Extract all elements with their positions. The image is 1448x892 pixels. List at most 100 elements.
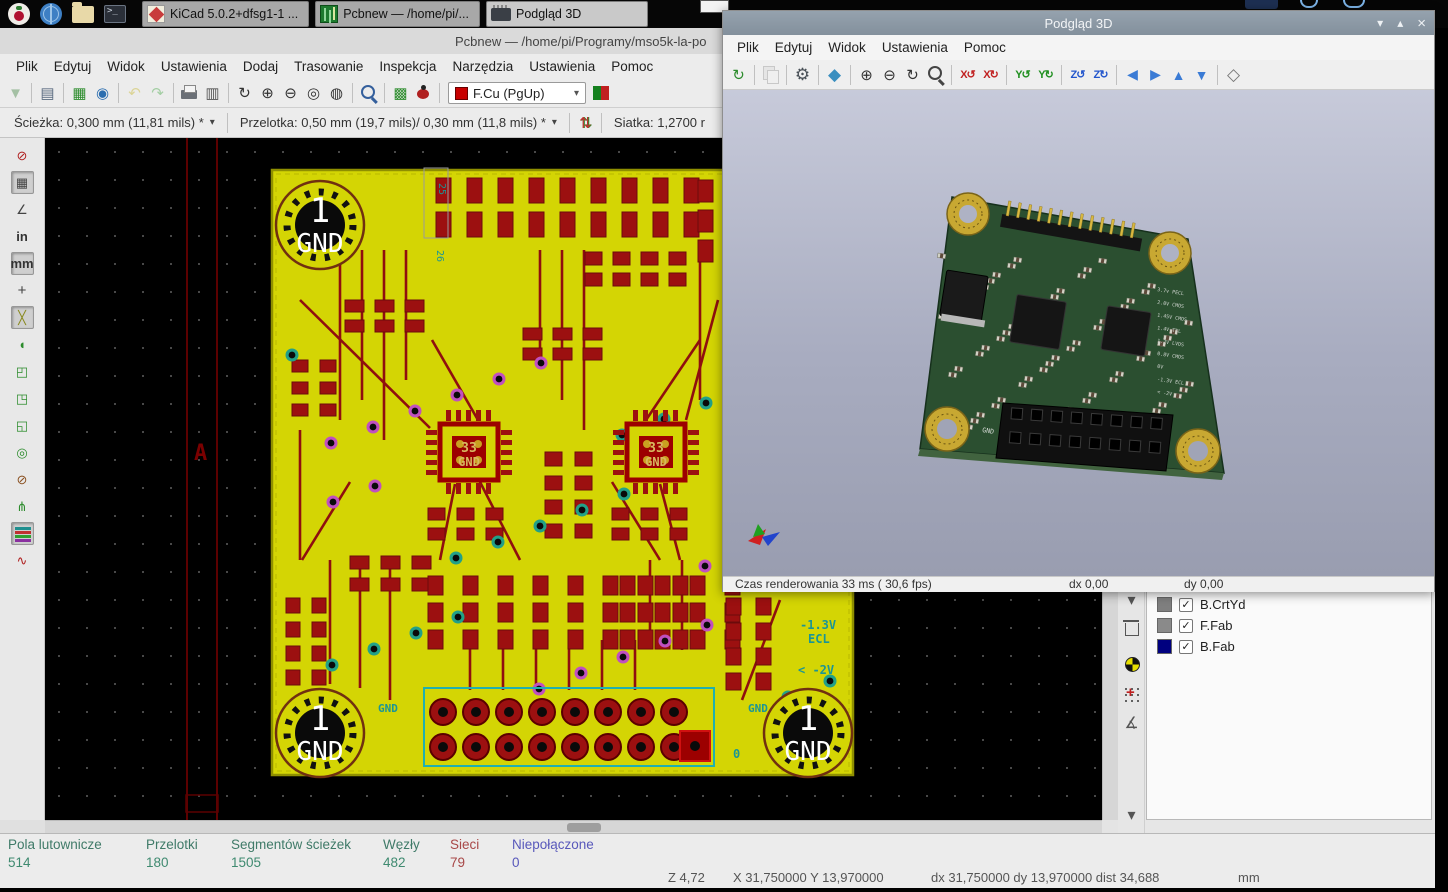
cursor-shape-icon[interactable]: + [11,279,34,302]
zoom-out-icon[interactable]: ⊖ [279,82,302,105]
layer-row-ffab[interactable]: ✓ F.Fab [1147,615,1431,636]
copy-image-icon[interactable] [759,63,782,86]
viewer3d-canvas[interactable]: 3.7v PECL2.0V CMOS1.45V CMOS1.4V TTL1.2V… [723,90,1434,576]
delete-icon[interactable] [1120,616,1143,639]
rotate-x-neg-icon[interactable]: X↺ [956,63,979,86]
maximize-icon[interactable]: ▴ [1397,16,1403,30]
grid-select[interactable]: Siatka: 1,2700 r [606,115,713,130]
page-settings-icon[interactable]: ▤ [36,82,59,105]
menu-inspekcja[interactable]: Inspekcja [371,59,444,74]
redo-icon[interactable]: ↷ [146,82,169,105]
tray-icon-partial[interactable] [1245,0,1278,9]
ratsnest-icon[interactable]: ╳ [11,306,34,329]
menu-trasowanie[interactable]: Trasowanie [286,59,371,74]
rotate-z-pos-icon[interactable]: Z↻ [1089,63,1112,86]
polar-coords-icon[interactable]: ∠ [11,198,34,221]
zoom-in-icon[interactable]: ⊕ [256,82,279,105]
drc-off-icon[interactable]: ⊘ [11,144,34,167]
pads-fill-icon[interactable]: ◱ [11,414,34,437]
pad-sketch-icon[interactable]: ⊘ [11,468,34,491]
units-inch-icon[interactable]: in [11,225,34,248]
zoom-out-icon[interactable]: ⊖ [878,63,901,86]
units-mm-icon[interactable]: mm [11,252,34,275]
close-icon[interactable]: × [1417,15,1426,32]
layer-selector[interactable]: F.Cu (PgUp) ▾ [448,82,586,104]
pan-up-icon[interactable]: ▲ [1167,63,1190,86]
zoom-in-icon[interactable]: ⊕ [855,63,878,86]
task-label: Podgląd 3D [516,7,581,21]
svg-text:GND: GND [378,702,398,715]
viewer3d-titlebar[interactable]: Podgląd 3D ▾ ▴ × [723,11,1434,35]
diff-pair-icon[interactable]: ⇅ [574,111,597,134]
layers-manager-icon[interactable] [11,522,34,545]
reload-board-icon[interactable]: ↻ [727,63,750,86]
browser-globe-icon[interactable] [38,2,64,26]
menu-edytuj[interactable]: Edytuj [767,40,821,55]
footprint-browser-icon[interactable]: ◉ [91,82,114,105]
via-size-select[interactable]: Przelotka: 0,50 mm (19,7 mils)/ 0,30 mm … [232,115,565,130]
menu-pomoc[interactable]: Pomoc [603,59,661,74]
netlist-icon[interactable]: ▩ [389,82,412,105]
redraw-icon[interactable]: ↻ [233,82,256,105]
rotate-y-pos-icon[interactable]: Y↻ [1034,63,1057,86]
drc-icon[interactable] [412,82,435,105]
menu-pomoc[interactable]: Pomoc [956,40,1014,55]
layer-checkbox[interactable]: ✓ [1179,619,1193,633]
high-contrast-icon[interactable] [590,82,613,105]
menu-narzedzia[interactable]: Narzędzia [444,59,521,74]
menu-widok[interactable]: Widok [99,59,153,74]
pan-right-icon[interactable]: ▶ [1144,63,1167,86]
find-icon[interactable] [357,82,380,105]
plot-icon[interactable]: ▥ [201,82,224,105]
menu-plik[interactable]: Plik [729,40,767,55]
measure-icon[interactable]: ∡ [1120,711,1143,734]
grid-visibility-icon[interactable]: ▦ [11,171,34,194]
gear-icon[interactable]: ⚙ [791,63,814,86]
footprint-editor-icon[interactable]: ▦ [68,82,91,105]
menu-plik[interactable]: Plik [8,59,46,74]
pads-mode-icon[interactable]: ◰ [11,360,34,383]
hscroll-thumb[interactable] [567,823,601,832]
rotate-view-icon[interactable]: ↻ [901,63,924,86]
pan-down-icon[interactable]: ▼ [1190,63,1213,86]
task-pcbnew[interactable]: Pcbnew — /home/pi/... [315,1,480,27]
render-cube-icon[interactable]: ◆ [823,63,846,86]
raspberry-menu-icon[interactable] [6,2,32,26]
pads-outline-icon[interactable]: ◳ [11,387,34,410]
track-width-select[interactable]: Ścieżka: 0,300 mm (11,81 mils) * ▾ [6,115,223,130]
grid-origin-icon[interactable] [1120,683,1143,706]
layer-row-bfab[interactable]: ✓ B.Fab [1147,636,1431,657]
print-icon[interactable] [178,82,201,105]
length-tuner-icon[interactable]: ∿ [11,549,34,572]
ortho-view-icon[interactable]: ◇ [1222,63,1245,86]
layer-checkbox[interactable]: ✓ [1179,598,1193,612]
menu-ustawienia[interactable]: Ustawienia [874,40,956,55]
drill-origin-icon[interactable] [1120,652,1143,675]
footprint-ratsnest-icon[interactable]: ◖ [11,333,34,356]
via-display-icon[interactable]: ◎ [11,441,34,464]
pan-left-icon[interactable]: ◀ [1121,63,1144,86]
task-kicad[interactable]: KiCad 5.0.2+dfsg1-1 ... [142,1,309,27]
menu-widok[interactable]: Widok [820,40,874,55]
menu-edytuj[interactable]: Edytuj [46,59,100,74]
minimize-icon[interactable]: ▾ [1377,16,1383,30]
menu-dodaj[interactable]: Dodaj [235,59,286,74]
menu-ustawienia-2[interactable]: Ustawienia [521,59,603,74]
task-3dviewer[interactable]: Podgląd 3D [486,1,648,27]
undo-icon[interactable]: ↶ [123,82,146,105]
layer-checkbox[interactable]: ✓ [1179,640,1193,654]
rotate-z-neg-icon[interactable]: Z↺ [1066,63,1089,86]
rotate-x-pos-icon[interactable]: X↻ [979,63,1002,86]
horizontal-scrollbar[interactable] [45,820,1102,833]
zoom-fit-icon[interactable]: ◎ [302,82,325,105]
terminal-icon[interactable]: >_ [102,2,128,26]
menu-ustawienia[interactable]: Ustawienia [153,59,235,74]
save-icon[interactable]: ▼ [4,82,27,105]
file-manager-icon[interactable] [70,2,96,26]
zoom-selection-icon[interactable]: ◍ [325,82,348,105]
zoom-fit-icon[interactable] [924,63,947,86]
layer-row-bcrtyd[interactable]: ✓ B.CrtYd [1147,594,1431,615]
panel-arrow-bottom-icon[interactable]: ▾ [1120,803,1143,826]
track-sketch-icon[interactable]: ⋔ [11,495,34,518]
rotate-y-neg-icon[interactable]: Y↺ [1011,63,1034,86]
